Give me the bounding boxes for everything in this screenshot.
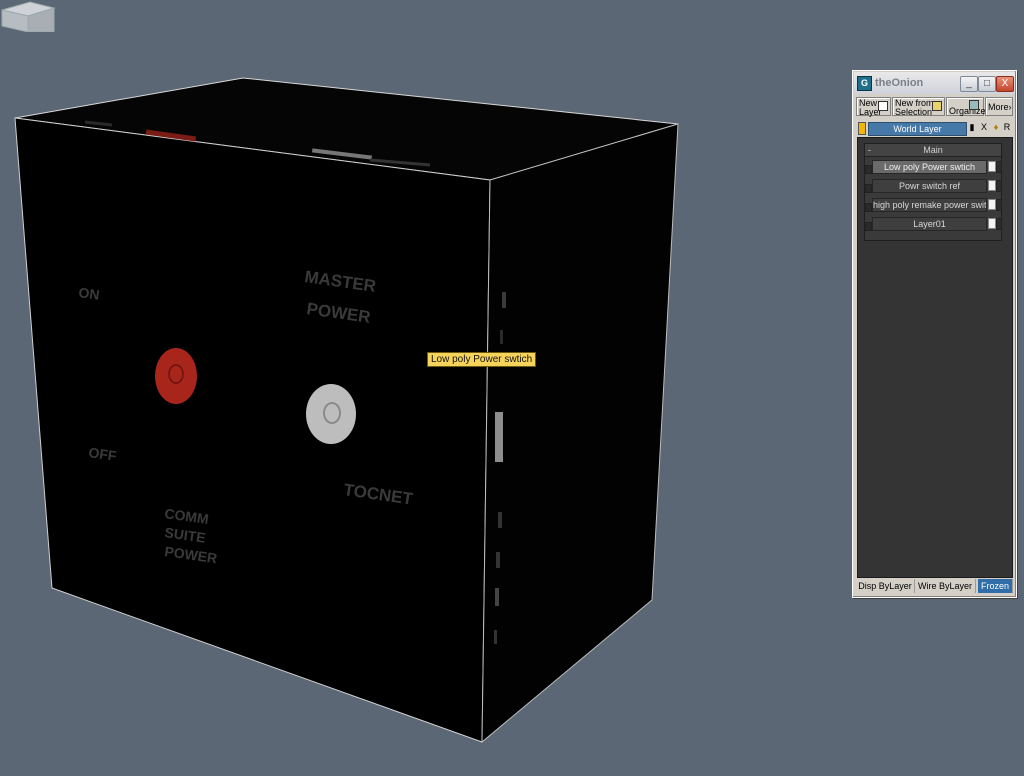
organize-label: Organize [949, 106, 986, 116]
world-layer-row[interactable]: World Layer ▮ X ♦ R [856, 121, 1014, 136]
world-light-icon[interactable]: ♦ [992, 122, 1000, 133]
onion-layer-window[interactable]: G theOnion _ □ X New Layer New from Sele… [852, 70, 1017, 598]
layer-visibility-box[interactable] [988, 218, 996, 229]
box-front-face [14, 117, 491, 743]
collapse-toggle[interactable]: - [868, 144, 871, 156]
close-button[interactable]: X [996, 76, 1014, 92]
layer-row[interactable]: Powr switch ref [865, 177, 1002, 194]
frozen-button[interactable]: Frozen [978, 579, 1013, 593]
world-render-icon[interactable]: R [1003, 122, 1011, 133]
layer-bullet[interactable] [865, 165, 872, 174]
maximize-button[interactable]: □ [978, 76, 996, 92]
layer-row[interactable]: Layer01 [865, 215, 1002, 232]
layer-bullet[interactable] [865, 222, 872, 231]
red-power-button [155, 348, 197, 404]
app-icon: G [857, 76, 872, 91]
more-arrow-icon: › [1008, 102, 1012, 112]
more-label: More [988, 102, 1009, 112]
side-mark-2 [500, 330, 503, 344]
side-mark-6 [495, 588, 499, 606]
layer-expand-arrow[interactable] [996, 161, 1002, 173]
side-mark-7 [494, 630, 497, 644]
layer-visibility-box[interactable] [988, 161, 996, 172]
layer-panel[interactable]: - Main Low poly Power swtich Powr switch… [857, 137, 1013, 578]
layer-expand-arrow[interactable] [996, 199, 1002, 211]
world-layer-name[interactable]: World Layer [868, 122, 967, 136]
wire-bylayer-button[interactable]: Wire ByLayer [915, 579, 976, 593]
layer-expand-arrow[interactable] [996, 180, 1002, 192]
side-mark-5 [496, 552, 500, 568]
layer-row[interactable]: high poly remake power switch [865, 196, 1002, 213]
organize-icon [969, 100, 979, 110]
side-mark-3 [495, 412, 503, 462]
group-header[interactable]: - Main [865, 144, 1001, 157]
label-on: ON [78, 284, 101, 303]
viewcube-icon[interactable] [0, 0, 60, 32]
layer-visibility-box[interactable] [988, 180, 996, 191]
layer-name[interactable]: Low poly Power swtich [872, 160, 987, 174]
window-title: theOnion [875, 77, 924, 89]
more-button[interactable]: More› [985, 97, 1013, 116]
disp-bylayer-button[interactable]: Disp ByLayer [856, 579, 915, 593]
layer-visibility-box[interactable] [988, 199, 996, 210]
white-master-button [306, 384, 356, 444]
group-name: Main [923, 145, 943, 155]
organize-button[interactable]: Organize [946, 97, 986, 116]
new-layer-icon [878, 101, 888, 111]
selection-icon [932, 101, 942, 111]
side-mark-1 [502, 292, 506, 308]
world-layer-color-swatch[interactable] [858, 122, 866, 135]
layer-name[interactable]: Layer01 [872, 217, 987, 231]
layer-name[interactable]: high poly remake power switch [872, 198, 987, 212]
minimize-button[interactable]: _ [960, 76, 978, 92]
world-visibility-icon[interactable]: ▮ [968, 122, 976, 133]
new-from-selection-button[interactable]: New from Selection [892, 97, 945, 117]
layer-toolbar: New Layer New from Selection Organize Mo… [856, 97, 1014, 118]
side-mark-4 [498, 512, 502, 528]
window-titlebar[interactable]: G theOnion _ □ X [854, 72, 1015, 94]
layer-bullet[interactable] [865, 203, 872, 212]
new-layer-button[interactable]: New Layer [856, 97, 891, 117]
box-side-face [481, 123, 679, 744]
world-delete-icon[interactable]: X [980, 122, 988, 133]
layer-expand-arrow[interactable] [996, 218, 1002, 230]
object-tooltip: Low poly Power swtich [427, 352, 537, 367]
layer-group-main[interactable]: - Main Low poly Power swtich Powr switch… [864, 143, 1002, 241]
layer-row[interactable]: Low poly Power swtich [865, 158, 1002, 175]
layer-name[interactable]: Powr switch ref [872, 179, 987, 193]
layer-bullet[interactable] [865, 184, 872, 193]
display-mode-bar: Disp ByLayer Wire ByLayer Frozen [856, 579, 1014, 593]
